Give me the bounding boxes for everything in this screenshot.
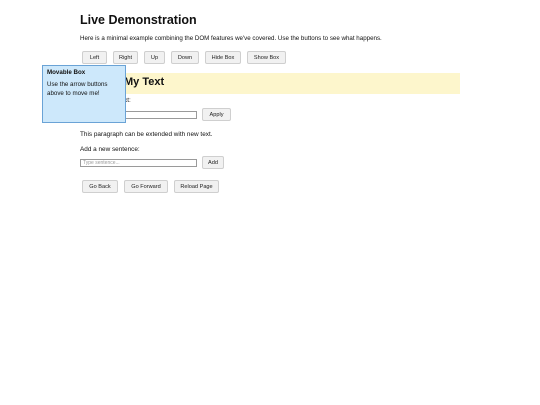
apply-button[interactable]: Apply <box>202 108 231 121</box>
intro-text: Here is a minimal example combining the … <box>80 35 382 42</box>
paragraph-text: This paragraph can be extended with new … <box>80 131 213 138</box>
move-left-button[interactable]: Left <box>82 51 107 64</box>
movable-box-title: Movable Box <box>47 69 86 76</box>
move-down-button[interactable]: Down <box>171 51 199 64</box>
page-title: Live Demonstration <box>80 13 197 27</box>
show-box-button[interactable]: Show Box <box>247 51 286 64</box>
move-right-button[interactable]: Right <box>113 51 138 64</box>
hide-box-button[interactable]: Hide Box <box>205 51 241 64</box>
movable-box-text: Use the arrow buttons above to move me! <box>47 81 108 97</box>
reload-page-button[interactable]: Reload Page <box>174 180 219 193</box>
movable-box[interactable]: Movable Box Use the arrow buttons above … <box>42 65 126 123</box>
add-sentence-label: Add a new sentence: <box>80 146 140 153</box>
heading-highlight: My Text <box>80 73 460 94</box>
heading-text: My Text <box>124 76 165 88</box>
go-forward-button[interactable]: Go Forward <box>124 180 168 193</box>
move-up-button[interactable]: Up <box>144 51 165 64</box>
go-back-button[interactable]: Go Back <box>82 180 118 193</box>
add-sentence-input[interactable] <box>80 159 197 167</box>
add-button[interactable]: Add <box>202 156 224 169</box>
